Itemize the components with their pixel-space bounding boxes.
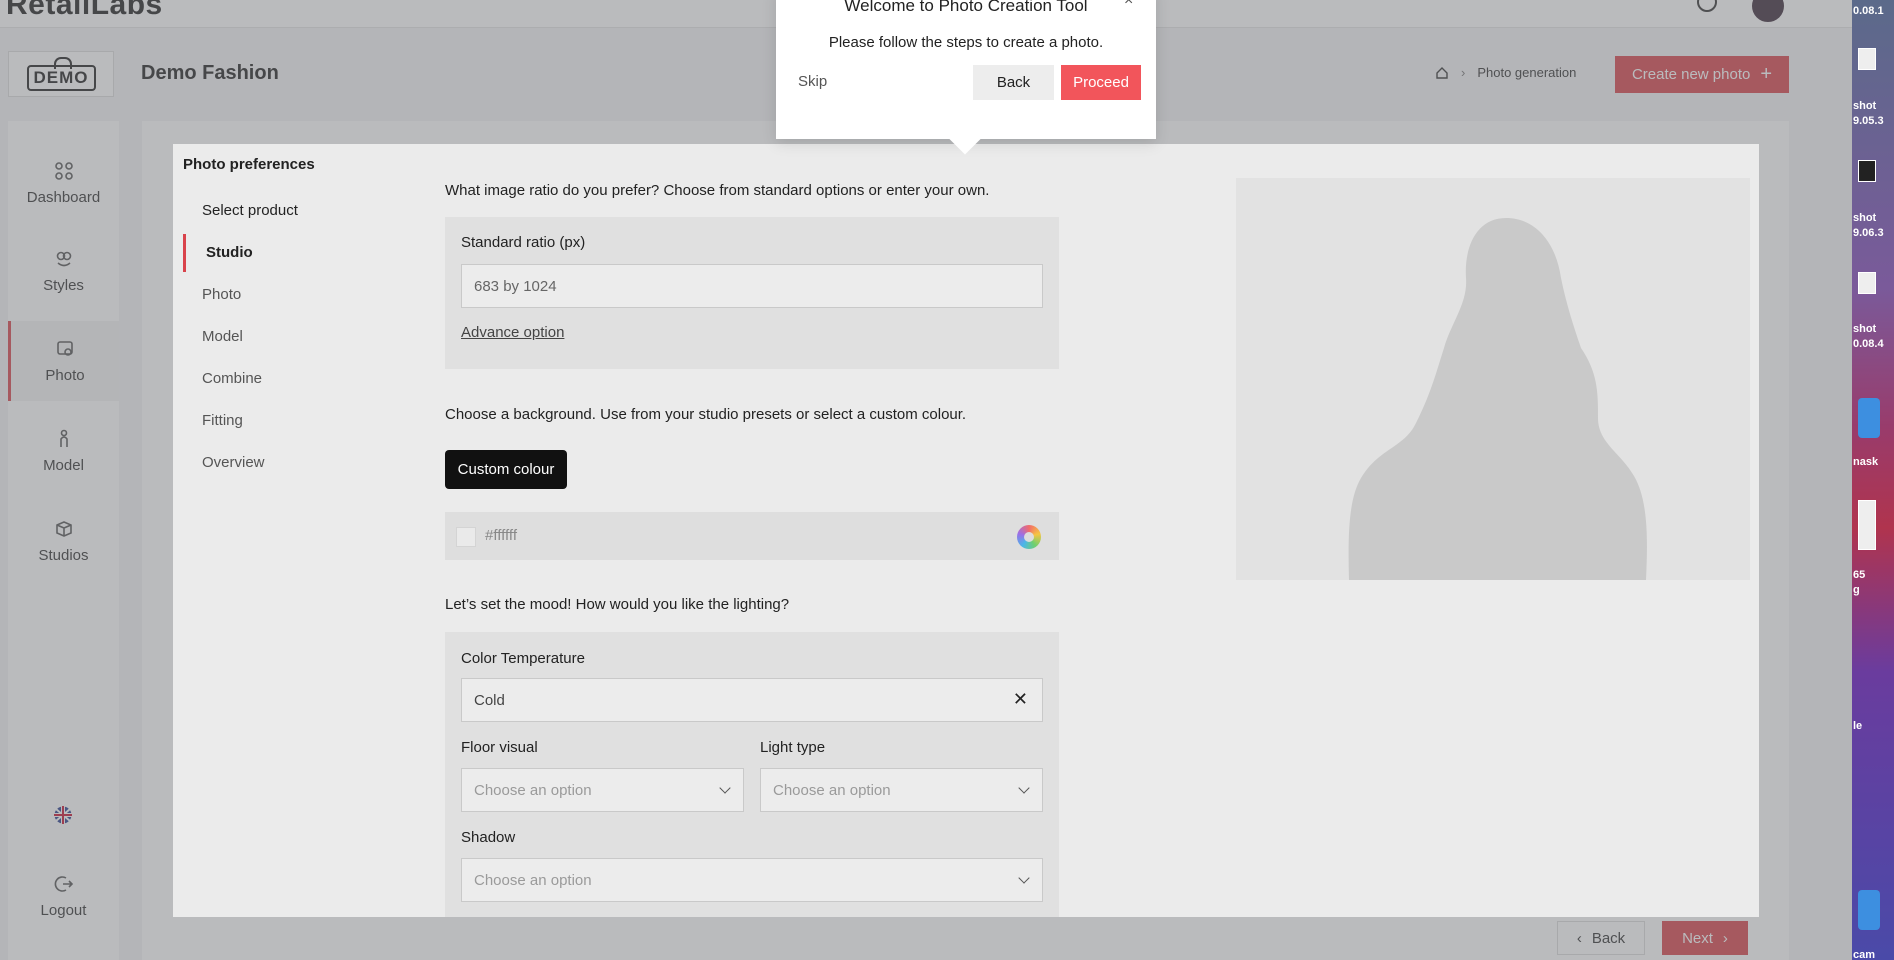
colour-input[interactable]: #ffffff [445, 512, 1059, 560]
colour-value: #ffffff [485, 527, 517, 544]
shadow-select[interactable]: Choose an option [461, 858, 1043, 902]
desktop-label: shot [1853, 100, 1877, 112]
tour-text: Please follow the steps to create a phot… [828, 34, 1104, 51]
current-step-marker [183, 234, 186, 272]
lighting-question: Let’s set the mood! How would you like t… [445, 596, 790, 613]
tour-popover: Welcome to Photo Creation Tool × Please … [776, 0, 1156, 139]
desktop-label: g [1853, 584, 1860, 596]
ratio-question: What image ratio do you prefer? Choose f… [445, 182, 990, 199]
floor-placeholder: Choose an option [474, 781, 592, 799]
desktop-label: nask [1853, 456, 1879, 468]
step-fitting[interactable]: Fitting [202, 412, 243, 429]
desktop-label: 0.08.1 [1853, 5, 1884, 17]
shadow-placeholder: Choose an option [474, 871, 592, 889]
desktop-label: 9.06.3 [1853, 227, 1884, 239]
custom-colour-button[interactable]: Custom colour [445, 450, 567, 489]
preferences-title: Photo preferences [183, 156, 315, 173]
chevron-down-icon [1018, 782, 1030, 794]
background-question: Choose a background. Use from your studi… [445, 406, 967, 423]
clear-icon[interactable]: ✕ [1013, 689, 1028, 710]
color-temp-value: Cold [474, 691, 505, 709]
photo-preview [1236, 178, 1750, 580]
desktop-label: shot [1853, 212, 1877, 224]
step-studio[interactable]: Studio [206, 244, 253, 261]
close-icon[interactable]: × [1124, 0, 1133, 10]
colour-wheel-icon[interactable] [1017, 525, 1041, 549]
color-temp-label: Color Temperature [461, 650, 585, 667]
screenshot-thumbnail[interactable] [1858, 272, 1876, 294]
step-combine[interactable]: Combine [202, 370, 262, 387]
desktop-label: 65 [1853, 569, 1866, 581]
desktop-background: 0.08.1 shot 9.05.3 shot 9.06.3 shot 0.08… [1852, 0, 1894, 960]
chevron-down-icon [719, 782, 731, 794]
desktop-label: 0.08.4 [1853, 338, 1884, 350]
screenshot-thumbnail[interactable] [1858, 500, 1876, 550]
folder-icon[interactable] [1858, 890, 1880, 930]
screenshot-thumbnail[interactable] [1858, 160, 1876, 182]
desktop-label: cam [1853, 949, 1876, 960]
folder-icon[interactable] [1858, 398, 1880, 438]
shadow-label: Shadow [461, 829, 516, 846]
ratio-input[interactable]: 683 by 1024 [461, 264, 1043, 308]
step-photo[interactable]: Photo [202, 286, 241, 303]
floor-label: Floor visual [461, 739, 538, 756]
step-select-product[interactable]: Select product [202, 202, 298, 219]
chevron-down-icon [1018, 872, 1030, 884]
ratio-section: Standard ratio (px) 683 by 1024 Advance … [445, 217, 1059, 369]
tour-skip-button[interactable]: Skip [798, 73, 827, 90]
screenshot-thumbnail[interactable] [1858, 48, 1876, 70]
ratio-label: Standard ratio (px) [461, 234, 586, 251]
step-overview[interactable]: Overview [202, 454, 265, 471]
desktop-label: 9.05.3 [1853, 115, 1884, 127]
photo-preferences-card: Photo preferences Select product Studio … [173, 144, 1759, 917]
tour-back-button[interactable]: Back [973, 65, 1054, 100]
advance-option-link[interactable]: Advance option [461, 324, 564, 341]
floor-select[interactable]: Choose an option [461, 768, 744, 812]
light-placeholder: Choose an option [773, 781, 891, 799]
tour-title: Welcome to Photo Creation Tool [844, 0, 1088, 15]
light-label: Light type [760, 739, 826, 756]
ratio-input-value: 683 by 1024 [474, 277, 557, 295]
colour-swatch [456, 527, 476, 547]
color-temp-select[interactable]: Cold ✕ [461, 678, 1043, 722]
lighting-section: Color Temperature Cold ✕ Floor visual Ch… [445, 632, 1059, 917]
step-model[interactable]: Model [202, 328, 243, 345]
tour-proceed-button[interactable]: Proceed [1061, 65, 1141, 100]
desktop-label: le [1853, 720, 1863, 732]
app-window: RetailLabs DEMO Demo Fashion › Photo gen… [0, 0, 1852, 960]
light-select[interactable]: Choose an option [760, 768, 1043, 812]
desktop-label: shot [1853, 323, 1877, 335]
model-silhouette-icon [1348, 218, 1647, 580]
